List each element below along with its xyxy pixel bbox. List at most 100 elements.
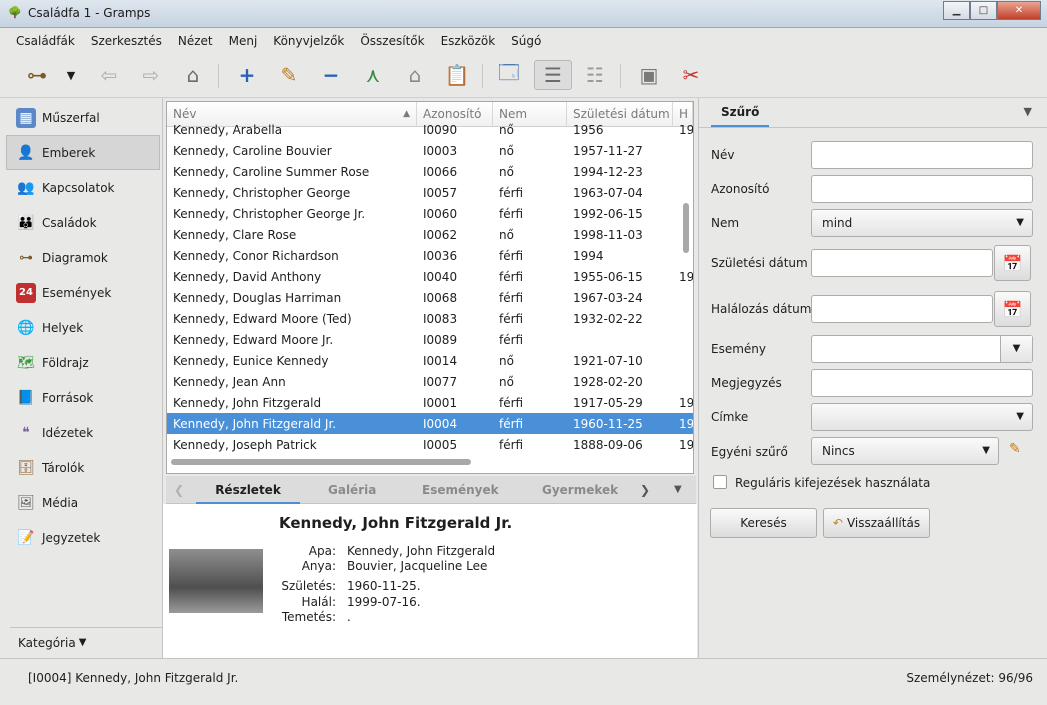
table-row[interactable]: Kennedy, Douglas Harriman I0068 férfi 1967-…: [167, 287, 693, 308]
sidebar-item-families[interactable]: 👪 Családok: [0, 205, 162, 240]
scissors-icon[interactable]: ✂: [676, 60, 706, 90]
table-row[interactable]: Kennedy, John Fitzgerald I0001 férfi 1917-0…: [167, 392, 693, 413]
event-filter-combo[interactable]: ▼: [811, 335, 1033, 363]
table-row[interactable]: Kennedy, Arabella I0090 nő 1956 19: [167, 119, 693, 140]
sources-icon: 📘: [17, 389, 35, 406]
home-icon[interactable]: ⌂: [178, 60, 208, 90]
sidebar-item-sources[interactable]: 📘 Források: [0, 380, 162, 415]
tab-filter[interactable]: Szűrő: [711, 98, 770, 127]
table-row[interactable]: Kennedy, David Anthony I0040 férfi 1955-06-…: [167, 266, 693, 287]
menu-view[interactable]: Nézet: [170, 34, 221, 48]
table-row[interactable]: Kennedy, Christopher George Jr. I0060 férf…: [167, 203, 693, 224]
person-list-view-icon[interactable]: ☰: [534, 60, 572, 90]
sidebar-item-media[interactable]: 🖼 Média: [0, 485, 162, 520]
table-row[interactable]: Kennedy, Joseph Patrick I0005 férfi 1888-09…: [167, 434, 693, 455]
birth-date-filter-input[interactable]: [811, 249, 993, 277]
tab-events[interactable]: Események: [422, 476, 499, 504]
id-filter-input[interactable]: [811, 175, 1033, 203]
table-row[interactable]: Kennedy, Caroline Summer Rose I0066 nő 1994…: [167, 161, 693, 182]
cell-id: I0089: [423, 332, 458, 347]
cell-sex: férfi: [499, 206, 524, 221]
merge-icon[interactable]: ⋏: [358, 60, 388, 90]
grouped-view-icon[interactable]: ☷: [580, 60, 610, 90]
cell-name: Kennedy, Conor Richardson: [173, 248, 339, 263]
vertical-scrollbar[interactable]: [679, 128, 693, 458]
tab-children[interactable]: Gyermekek: [542, 476, 618, 504]
regex-checkbox[interactable]: [713, 475, 727, 489]
menu-edit[interactable]: Szerkesztés: [83, 34, 170, 48]
tag-icon[interactable]: ⌂: [400, 60, 430, 90]
close-button[interactable]: ✕: [997, 1, 1041, 20]
custom-filter-select[interactable]: Nincs ▼: [811, 437, 999, 465]
burial-label: Temetés:: [281, 610, 336, 624]
birth-filter-label: Születési dátum: [711, 256, 808, 270]
sex-filter-select[interactable]: mind ▼: [811, 209, 1033, 237]
menu-bookmarks[interactable]: Könyvjelzők: [265, 34, 352, 48]
table-row[interactable]: Kennedy, Christopher George I0057 férfi 196…: [167, 182, 693, 203]
death-date-filter-input[interactable]: [811, 295, 993, 323]
person-photo[interactable]: [169, 549, 263, 613]
horizontal-scrollbar[interactable]: [171, 459, 471, 465]
family-trees-icon[interactable]: ⊶: [22, 60, 52, 90]
menu-help[interactable]: Súgó: [503, 34, 549, 48]
add-icon[interactable]: +: [232, 60, 262, 90]
places-icon: 🌐: [17, 319, 35, 336]
tab-scroll-left-icon[interactable]: ❮: [174, 476, 184, 504]
chevron-down-icon[interactable]: ▼: [56, 60, 86, 90]
cell-birth: 1957-11-27: [573, 143, 643, 158]
table-row[interactable]: Kennedy, Edward Moore Jr. I0089 férfi: [167, 329, 693, 350]
sidebar-item-relationships[interactable]: 👥 Kapcsolatok: [0, 170, 162, 205]
sidebar-item-geography[interactable]: 🗺 Földrajz: [0, 345, 162, 380]
tab-scroll-right-icon[interactable]: ❯: [640, 476, 650, 504]
forward-icon[interactable]: ⇨: [136, 60, 166, 90]
cell-sex: nő: [499, 227, 514, 242]
back-icon[interactable]: ⇦: [94, 60, 124, 90]
maximize-button[interactable]: □: [970, 1, 997, 20]
category-selector[interactable]: Kategória ▼: [10, 627, 162, 657]
sidebar-item-places[interactable]: 🌐 Helyek: [0, 310, 162, 345]
edit-filter-icon[interactable]: ✎: [1009, 441, 1021, 457]
table-row[interactable]: Kennedy, Clare Rose I0062 nő 1998-11-03: [167, 224, 693, 245]
calendar-icon[interactable]: 📅: [994, 291, 1031, 327]
sidebar-item-people[interactable]: 👤 Emberek: [6, 135, 160, 170]
sidebar-item-events[interactable]: 24 Események: [0, 275, 162, 310]
tab-details[interactable]: Részletek: [196, 476, 300, 504]
menu-reports[interactable]: Összesítők: [352, 34, 432, 48]
tag-filter-select[interactable]: ▼: [811, 403, 1033, 431]
cell-sex: nő: [499, 164, 514, 179]
sidebar-item-repositories[interactable]: 🗄 Tárolók: [0, 450, 162, 485]
edit-icon[interactable]: ✎: [274, 60, 304, 90]
note-filter-input[interactable]: [811, 369, 1033, 397]
remove-icon[interactable]: −: [316, 60, 346, 90]
menu-tools[interactable]: Eszközök: [433, 34, 504, 48]
sidebar-item-charts[interactable]: ⊶ Diagramok: [0, 240, 162, 275]
table-row[interactable]: Kennedy, Eunice Kennedy I0014 nő 1921-07-10: [167, 350, 693, 371]
minimize-button[interactable]: ▁: [943, 1, 970, 20]
calendar-icon[interactable]: 📅: [994, 245, 1031, 281]
death-label: Halál:: [301, 595, 336, 609]
table-row[interactable]: Kennedy, John Fitzgerald Jr. I0004 férfi 19…: [167, 413, 693, 434]
scrollbar-thumb[interactable]: [683, 203, 689, 253]
chevron-down-icon[interactable]: ▼: [1024, 105, 1032, 118]
configure-view-icon[interactable]: 🗔: [494, 60, 524, 90]
table-row[interactable]: Kennedy, Jean Ann I0077 nő 1928-02-20: [167, 371, 693, 392]
filter-tab-bar: Szűrő ▼: [699, 98, 1047, 128]
sidebar-item-notes[interactable]: 📝 Jegyzetek: [0, 520, 162, 555]
sidebar-item-dashboard[interactable]: ▦ Műszerfal: [0, 100, 162, 135]
chevron-down-icon[interactable]: ▼: [1000, 336, 1032, 362]
table-row[interactable]: Kennedy, Conor Richardson I0036 férfi 1994: [167, 245, 693, 266]
search-button[interactable]: Keresés: [710, 508, 817, 538]
menu-go[interactable]: Menj: [221, 34, 266, 48]
reset-button[interactable]: ↶ Visszaállítás: [823, 508, 930, 538]
tab-gallery[interactable]: Galéria: [328, 476, 376, 504]
name-filter-input[interactable]: [811, 141, 1033, 169]
table-row[interactable]: Kennedy, Edward Moore (Ted) I0083 férfi 193…: [167, 308, 693, 329]
media-icon[interactable]: ▣: [634, 60, 664, 90]
sidebar-item-citations[interactable]: ❝ Idézetek: [0, 415, 162, 450]
table-row[interactable]: Kennedy, Caroline Bouvier I0003 nő 1957-11-…: [167, 140, 693, 161]
cell-name: Kennedy, Edward Moore (Ted): [173, 311, 352, 326]
clipboard-icon[interactable]: 📋: [442, 60, 472, 90]
tab-menu-chevron-icon[interactable]: ▼: [674, 476, 682, 504]
menu-familytrees[interactable]: Családfák: [8, 34, 83, 48]
cell-id: I0062: [423, 227, 458, 242]
